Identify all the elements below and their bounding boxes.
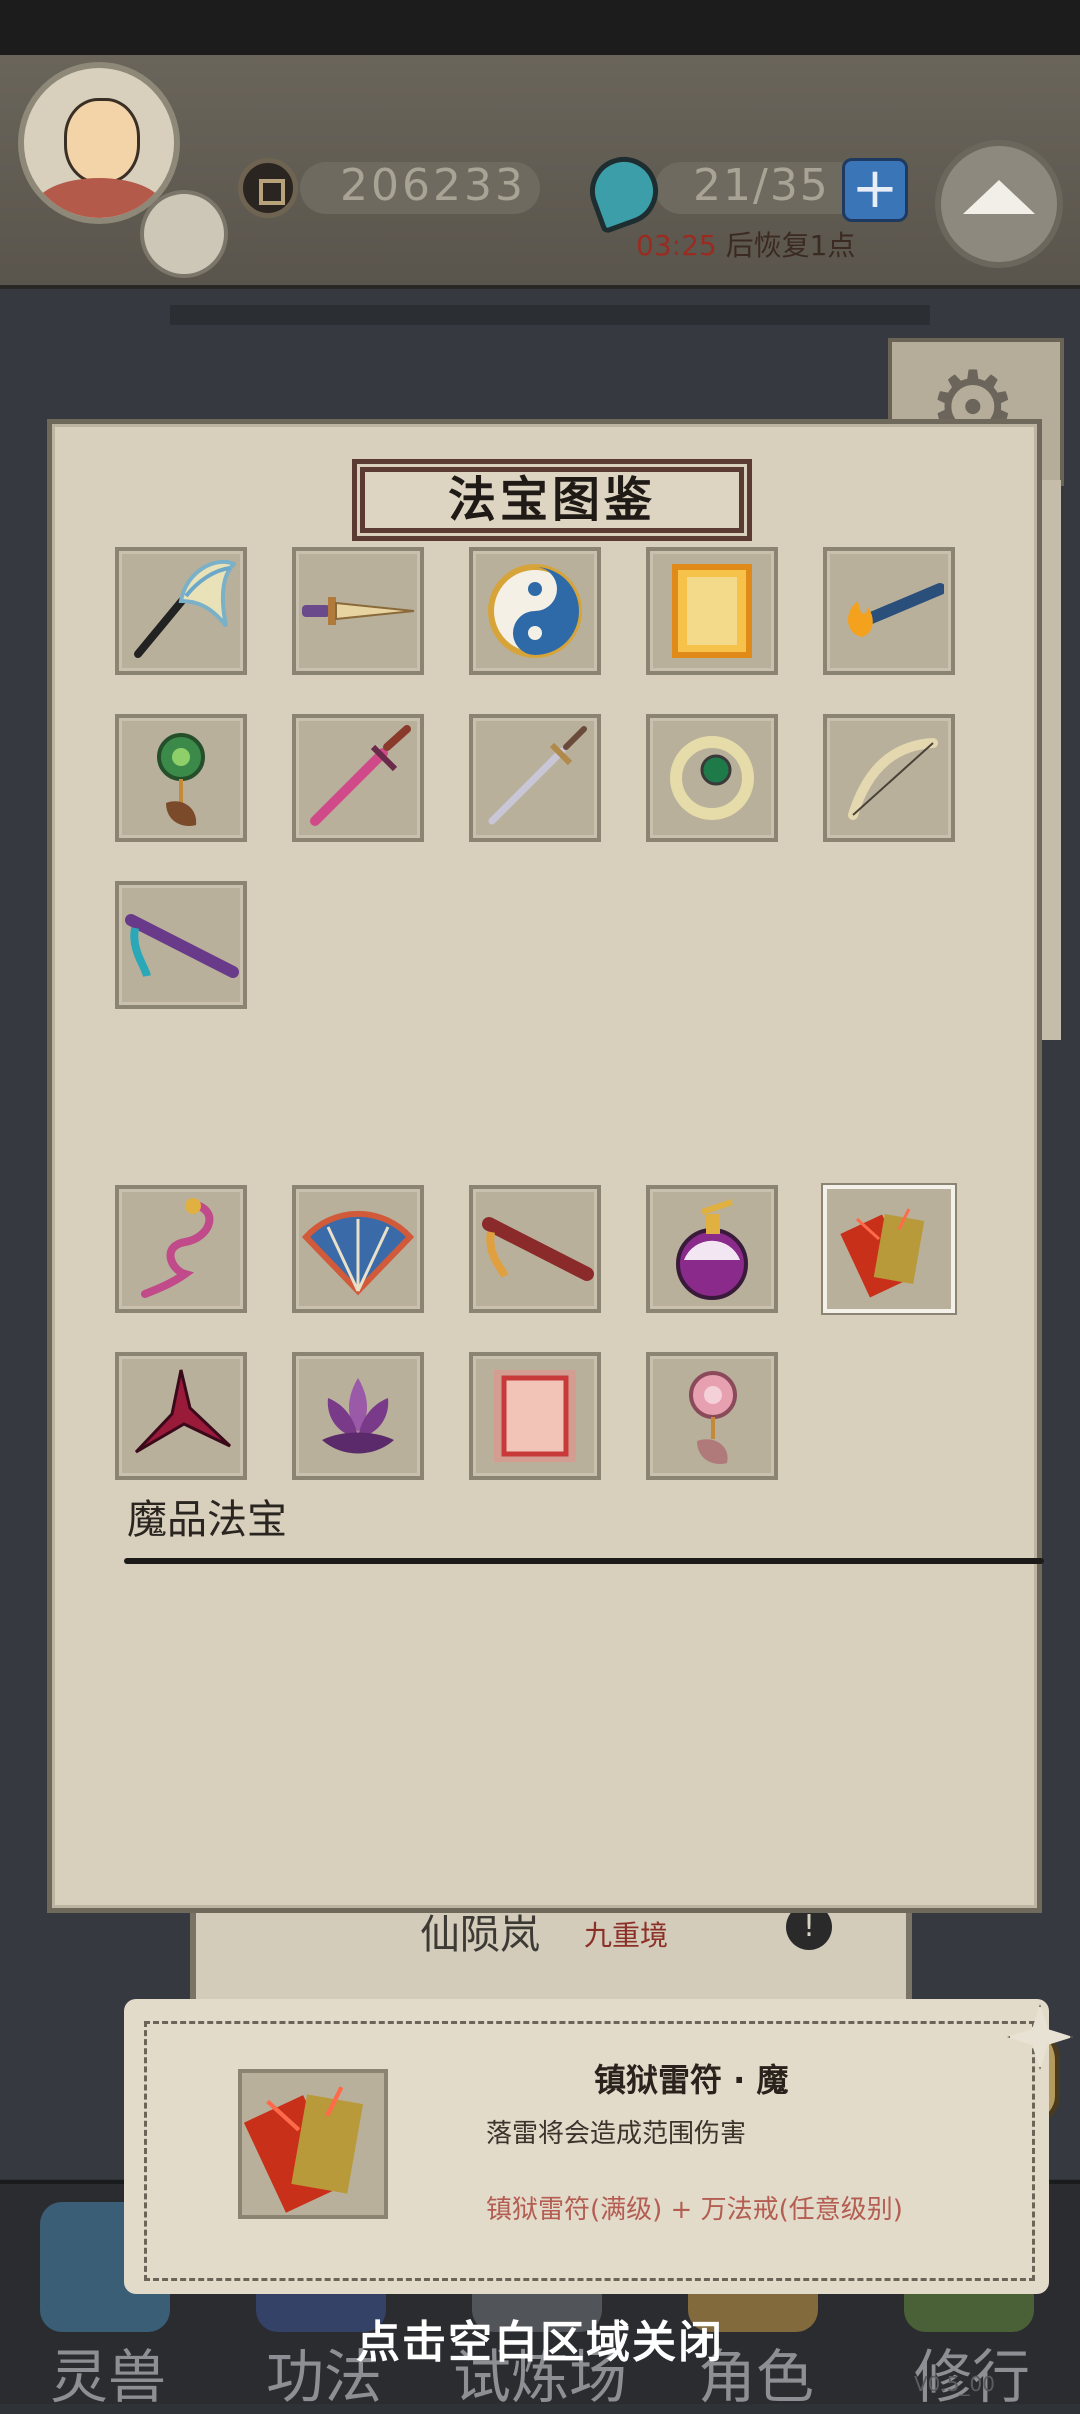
treasure-slot[interactable] xyxy=(292,714,424,842)
yin-yang-icon xyxy=(488,564,582,658)
panel-title-frame: 法宝图鉴 xyxy=(352,459,752,541)
demon-treasure-slot[interactable] xyxy=(469,1352,601,1480)
demon-treasure-slot[interactable] xyxy=(292,1185,424,1313)
treasure-slot[interactable] xyxy=(115,547,247,675)
treasure-slot[interactable] xyxy=(115,881,247,1009)
timer-suffix: 后恢复1点 xyxy=(716,229,856,262)
thunder-talisman-icon xyxy=(243,2086,364,2213)
demon-pendant-icon xyxy=(141,1198,214,1298)
flame-torch-icon xyxy=(847,583,944,637)
energy-timer: 03:25 后恢复1点 xyxy=(636,224,855,264)
detail-description: 落雷将会造成范围伤害 xyxy=(486,2119,747,2149)
thunder-talisman-icon xyxy=(840,1208,925,1298)
detail-name: 镇狱雷符 · 魔 xyxy=(594,2061,789,2099)
add-energy-button[interactable]: + xyxy=(842,158,908,222)
dagger-icon xyxy=(302,597,415,625)
realm-level: 九重境 xyxy=(584,1919,669,1952)
detail-treasure-slot xyxy=(238,2069,388,2219)
close-hint[interactable]: 点击空白区域关闭 xyxy=(0,2306,1080,2370)
version-label: V0.5_00 xyxy=(914,2372,995,2396)
flute-icon xyxy=(125,914,239,978)
demon-treasure-slot[interactable] xyxy=(469,1185,601,1313)
jade-pendant-icon xyxy=(157,733,205,827)
demon-gourd-icon xyxy=(676,1199,748,1300)
demon-section-label: 魔品法宝 xyxy=(127,1497,287,1543)
coin-value: 206233 xyxy=(340,160,526,211)
timer-value: 03:25 xyxy=(636,229,717,262)
coin-icon xyxy=(238,158,298,218)
treasure-slot[interactable] xyxy=(469,714,601,842)
feather-badge-icon[interactable] xyxy=(140,190,228,278)
avatar-face xyxy=(64,98,140,184)
collapse-arrow-icon[interactable] xyxy=(935,140,1063,268)
demon-treasure-slot[interactable] xyxy=(292,1352,424,1480)
jade-ring-icon xyxy=(670,736,754,820)
demon-flute-icon xyxy=(482,1217,594,1281)
feather-whisk-icon xyxy=(134,559,236,658)
long-sword-icon xyxy=(488,726,587,825)
pink-sword-icon xyxy=(310,725,411,826)
bow-icon xyxy=(848,738,938,820)
section-divider xyxy=(124,1558,1044,1564)
treasure-slot[interactable] xyxy=(646,714,778,842)
demon-treasure-slot[interactable] xyxy=(115,1352,247,1480)
demon-lotus-icon xyxy=(322,1378,394,1454)
treasure-detail-card: 镇狱雷符 · 魔 落雷将会造成范围伤害 镇狱雷符(满级) + 万法戒(任意级别) xyxy=(124,1999,1073,2294)
treasure-slot[interactable] xyxy=(646,547,778,675)
golden-talisman-icon xyxy=(672,564,752,658)
demon-shuriken-icon xyxy=(134,1369,232,1454)
demon-treasure-slot[interactable] xyxy=(115,1185,247,1313)
treasure-slot[interactable] xyxy=(823,714,955,842)
treasure-slot[interactable] xyxy=(115,714,247,842)
red-talisman-icon xyxy=(494,1370,576,1462)
panel-title: 法宝图鉴 xyxy=(447,472,656,528)
demon-treasure-slot[interactable] xyxy=(646,1185,778,1313)
treasure-slot[interactable] xyxy=(823,547,955,675)
system-status-bar xyxy=(0,0,1080,55)
treasure-slot[interactable] xyxy=(292,547,424,675)
demon-treasure-slot[interactable] xyxy=(646,1352,778,1480)
pink-pendant-icon xyxy=(689,1371,737,1465)
demon-treasure-slot-selected[interactable] xyxy=(823,1185,955,1313)
treasure-codex-panel: 法宝图鉴 魔品法宝 镇狱雷符 · 魔 落雷将会造成范围伤害 镇狱雷符(满级) +… xyxy=(47,419,1073,2294)
treasure-slot[interactable] xyxy=(469,547,601,675)
energy-value: 21/35 xyxy=(693,160,830,211)
detail-recipe: 镇狱雷符(满级) + 万法戒(任意级别) xyxy=(486,2195,903,2225)
demon-fan-icon xyxy=(301,1210,415,1296)
ink-divider xyxy=(170,305,930,325)
